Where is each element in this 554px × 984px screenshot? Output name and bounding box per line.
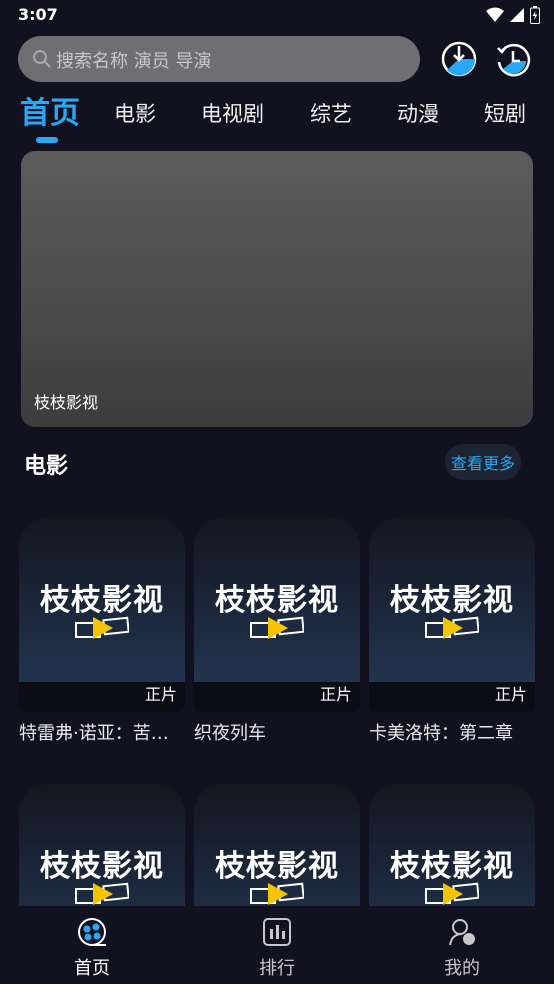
movie-card[interactable]: 枝枝影视 正片 织夜列车 (194, 517, 360, 744)
search-placeholder: 搜索名称 演员 导演 (56, 51, 212, 72)
film-play-icon (250, 616, 304, 639)
movie-title: 织夜列车 (194, 723, 266, 744)
tab-anime[interactable]: 动漫 (397, 98, 439, 128)
signal-icon (510, 8, 524, 22)
quality-badge: 正片 (319, 685, 352, 704)
film-play-icon (425, 616, 479, 639)
profile-icon (449, 919, 475, 946)
tab-movies[interactable]: 电影 (114, 98, 156, 128)
poster-brand: 枝枝影视 (390, 583, 514, 618)
bottom-nav: 首页 排行 我的 (0, 906, 554, 984)
poster-brand: 枝枝影视 (390, 849, 514, 884)
film-play-icon (75, 616, 129, 639)
movie-poster: 枝枝影视 正片 (19, 517, 185, 712)
status-icons (486, 6, 540, 24)
wifi-icon (486, 7, 504, 22)
film-play-icon (250, 882, 304, 905)
view-more-button[interactable]: 查看更多 (445, 444, 521, 480)
ranking-icon (263, 918, 291, 946)
movie-card[interactable]: 枝枝影视 正片 特雷弗·诺亚：苦… (19, 517, 185, 744)
home-icon (78, 918, 106, 946)
category-tabs: 首页 电影 电视剧 综艺 动漫 短剧 (0, 92, 554, 142)
poster-brand: 枝枝影视 (215, 849, 339, 884)
featured-banner[interactable]: 枝枝影视 (21, 151, 533, 427)
quality-badge: 正片 (494, 685, 527, 704)
download-icon[interactable] (440, 40, 478, 78)
banner-caption: 枝枝影视 (34, 393, 99, 412)
history-icon[interactable] (494, 40, 532, 78)
tab-tv-series[interactable]: 电视剧 (201, 98, 264, 128)
movie-title: 特雷弗·诺亚：苦… (19, 723, 169, 744)
battery-icon (530, 6, 540, 24)
poster-brand: 枝枝影视 (215, 583, 339, 618)
movie-card[interactable]: 枝枝影视 正片 卡美洛特：第二章 (369, 517, 535, 744)
nav-home-label: 首页 (74, 958, 110, 979)
movie-poster: 枝枝影视 正片 (369, 517, 535, 712)
search-bar[interactable]: 搜索名称 演员 导演 (18, 36, 420, 82)
status-bar: 3:07 (0, 0, 554, 30)
status-time: 3:07 (18, 5, 58, 24)
nav-ranking[interactable]: 排行 (227, 916, 327, 980)
nav-profile[interactable]: 我的 (412, 916, 512, 980)
tab-indicator (36, 137, 58, 143)
nav-profile-label: 我的 (444, 958, 480, 979)
section-title: 电影 (24, 454, 69, 479)
movie-title: 卡美洛特：第二章 (369, 723, 513, 744)
poster-brand: 枝枝影视 (40, 583, 164, 618)
search-icon (33, 50, 51, 68)
poster-brand: 枝枝影视 (40, 849, 164, 884)
nav-ranking-label: 排行 (259, 958, 295, 979)
film-play-icon (75, 882, 129, 905)
tab-home[interactable]: 首页 (20, 88, 80, 132)
tab-variety[interactable]: 综艺 (310, 98, 352, 128)
nav-home[interactable]: 首页 (42, 916, 142, 980)
movie-poster: 枝枝影视 正片 (194, 517, 360, 712)
tab-short-drama[interactable]: 短剧 (484, 98, 526, 128)
quality-badge: 正片 (144, 685, 177, 704)
film-play-icon (425, 882, 479, 905)
